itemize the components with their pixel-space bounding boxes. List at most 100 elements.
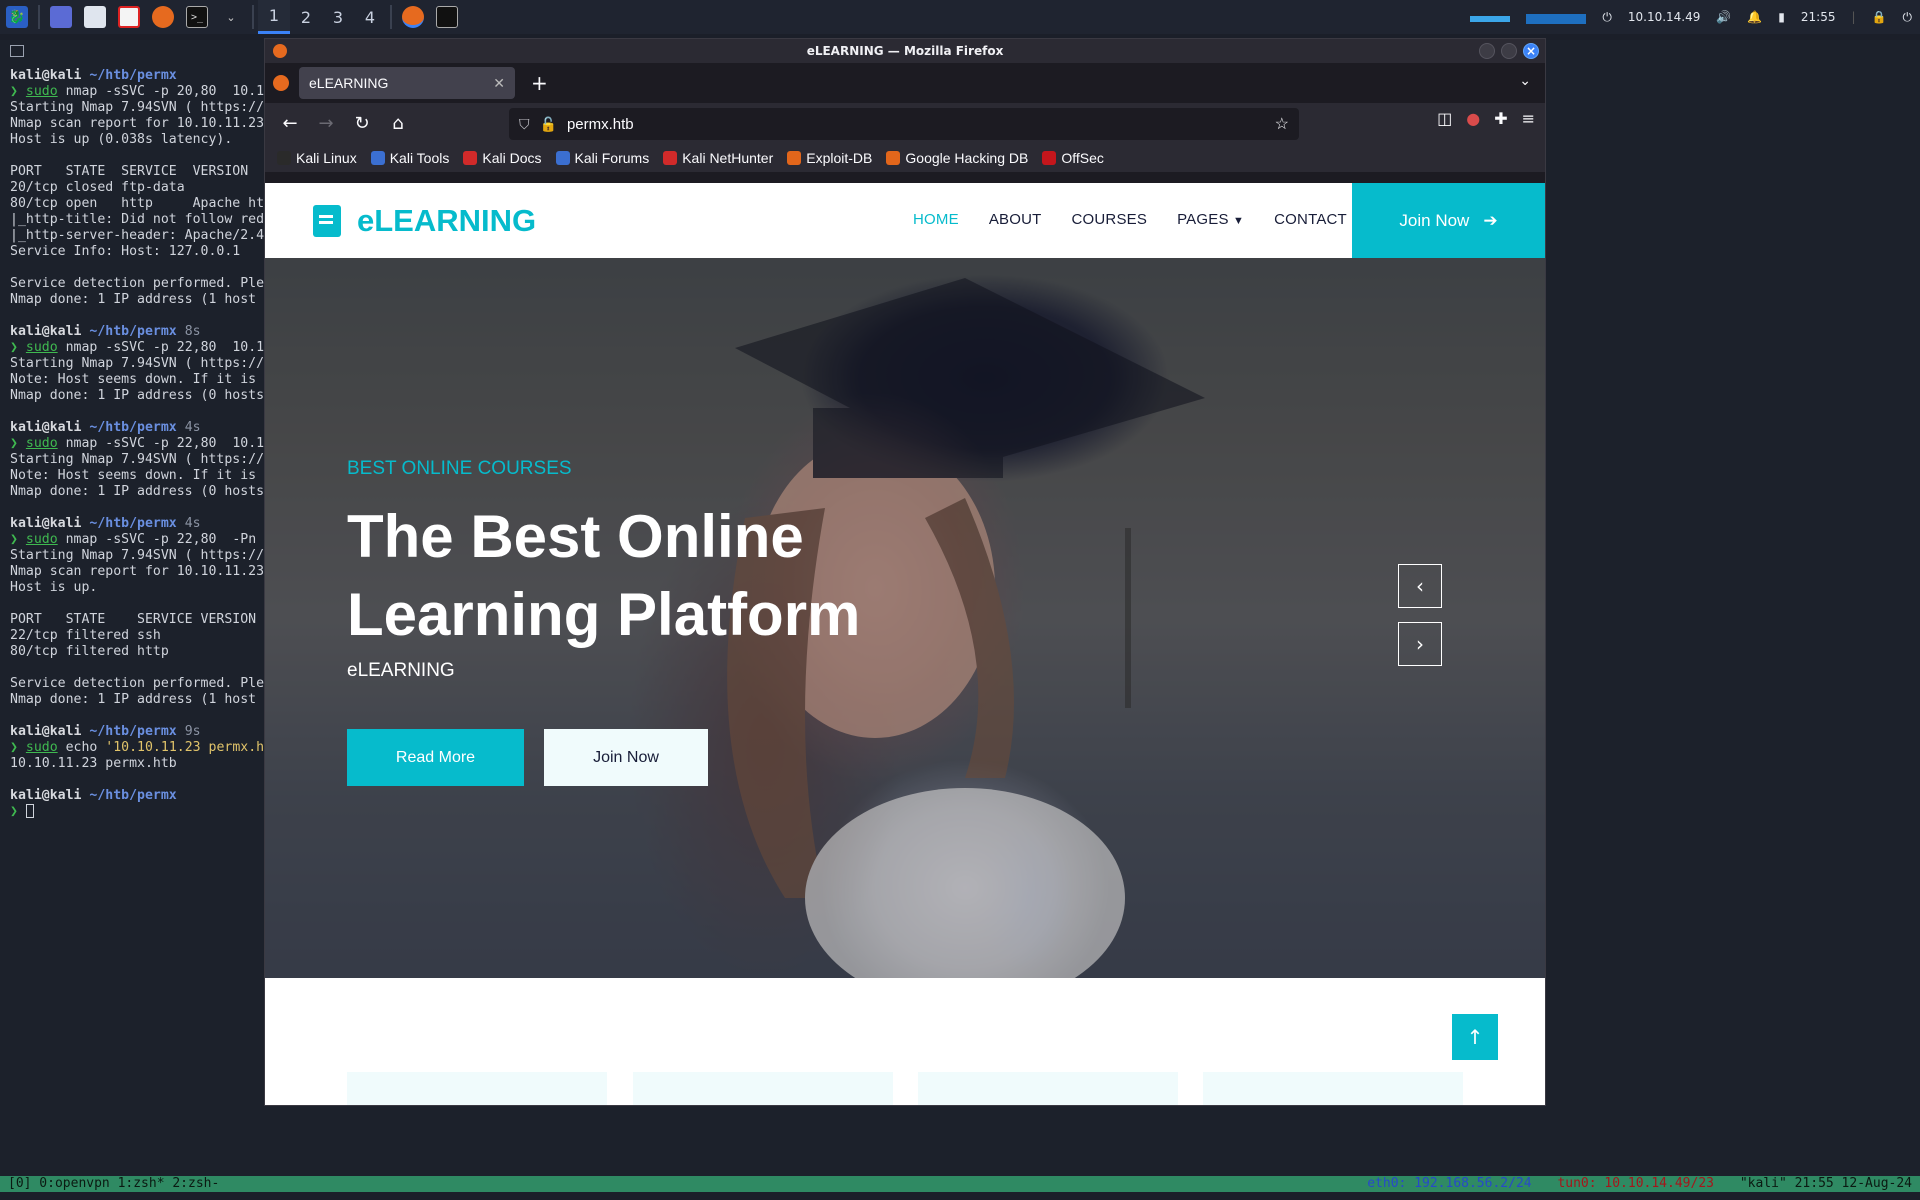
notification-bell-icon[interactable]: 🔔 (1747, 10, 1762, 24)
file-manager-icon[interactable] (84, 6, 106, 28)
bookmark-kali-tools[interactable]: Kali Tools (370, 150, 449, 166)
url-text[interactable]: permx.htb (567, 116, 634, 133)
firefox-view-icon[interactable] (273, 75, 289, 91)
kali-nethunter-icon (663, 150, 678, 165)
site-brand[interactable]: eLEARNING (313, 203, 536, 239)
tab-close-icon[interactable]: ✕ (493, 75, 505, 92)
launcher-chevron-icon[interactable]: ⌄ (220, 6, 242, 28)
bookmark-kali-docs[interactable]: Kali Docs (463, 150, 542, 166)
workspace-3[interactable]: 3 (322, 0, 354, 34)
taskbar-terminal-icon[interactable] (436, 6, 458, 28)
terminal-launcher-icon[interactable]: >_ (186, 6, 208, 28)
terminal-text: Starting Nmap 7.94SVN ( https://nmap.org… (10, 548, 265, 563)
volume-icon[interactable]: 🔊 (1716, 10, 1731, 24)
terminal-text: Nmap done: 1 IP address (1 host up) (10, 692, 265, 707)
nav-pages[interactable]: PAGES ▼ (1177, 211, 1244, 228)
tracking-protection-icon[interactable]: ⛉ (519, 116, 530, 133)
new-tab-button[interactable]: + (531, 71, 548, 95)
firefox-titlebar[interactable]: eLEARNING — Mozilla Firefox × (265, 39, 1545, 63)
service-section: ↑ (265, 978, 1545, 1105)
workspace-4[interactable]: 4 (354, 0, 386, 34)
site-info-icon[interactable]: 🔓 (540, 116, 557, 133)
hero-carousel: BEST ONLINE COURSES The Best Online Lear… (265, 258, 1545, 978)
nav-home[interactable]: HOME (913, 211, 959, 228)
terminal-text: nmap -sSVC -p 22,80 10.10.11.23 (65, 436, 265, 451)
tab-title: eLEARNING (309, 75, 389, 91)
terminal-text: 22/tcp filtered ssh (10, 628, 161, 643)
bookmark-google-hacking-db[interactable]: Google Hacking DB (886, 150, 1028, 166)
app-menu-icon[interactable]: ≡ (1522, 109, 1535, 128)
firefox-launcher-icon[interactable] (152, 6, 174, 28)
hero-join-now-button[interactable]: Join Now (544, 729, 708, 786)
workspace-2[interactable]: 2 (290, 0, 322, 34)
nav-about[interactable]: ABOUT (989, 211, 1042, 228)
hero-brand-text: eLEARNING (347, 660, 455, 681)
terminal-line: Note: Host seems down. If it is really (10, 372, 265, 388)
nav-courses[interactable]: COURSES (1072, 211, 1148, 228)
network-graph-icon (1526, 10, 1587, 24)
terminal-line: ❯ sudo nmap -sSVC -p 22,80 -Pn 10.10.11.… (10, 532, 265, 548)
bookmark-kali-linux[interactable]: Kali Linux (277, 150, 357, 166)
bookmark-star-icon[interactable]: ☆ (1275, 114, 1289, 134)
terminal-text: 9s (176, 724, 201, 739)
reload-icon[interactable]: ↻ (347, 108, 377, 138)
service-card (918, 1072, 1178, 1105)
read-more-button[interactable]: Read More (347, 729, 524, 786)
terminal-text: ❯ (10, 84, 26, 99)
service-card (1203, 1072, 1463, 1105)
tmux-status-right: eth0: 192.168.56.2/24 tun0: 10.10.14.49/… (1349, 1176, 1912, 1192)
firefox-title-icon (273, 44, 287, 58)
battery-icon[interactable]: ▮ (1778, 10, 1785, 24)
terminal-text: Starting Nmap 7.94SVN ( https://nmap.org… (10, 356, 265, 371)
panel-status-area: ⏻ 10.10.14.49 🔊 🔔 ▮ 21:55 | 🔒 ⏻ (1462, 0, 1920, 34)
kali-menu-icon[interactable]: 🐉 (6, 6, 28, 28)
minimize-button[interactable] (1479, 43, 1495, 59)
show-desktop-icon[interactable] (50, 6, 72, 28)
back-icon[interactable]: ← (275, 108, 305, 138)
terminal-text: ~/htb/permx (81, 724, 177, 739)
lock-screen-icon[interactable]: 🔒 (1872, 10, 1887, 24)
terminal-text: Starting Nmap 7.94SVN ( https://nmap.org… (10, 452, 265, 467)
workspace-1[interactable]: 1 (258, 0, 290, 34)
carousel-prev-button[interactable]: ‹ (1398, 564, 1442, 608)
close-window-button[interactable]: × (1523, 43, 1539, 59)
extension-badge-icon[interactable]: ● (1466, 109, 1480, 128)
bookmark-label: Kali Linux (296, 149, 357, 166)
pocket-icon[interactable]: ◫ (1437, 109, 1452, 128)
terminal-line: Nmap done: 1 IP address (1 host up) (10, 692, 265, 708)
terminal-line: |_http-title: Did not follow redirect (10, 212, 265, 228)
extensions-puzzle-icon[interactable]: ✚ (1494, 109, 1507, 128)
tab-elearning[interactable]: eLEARNING ✕ (299, 67, 515, 99)
forward-icon[interactable]: → (311, 108, 341, 138)
terminal-text: 8s (176, 324, 201, 339)
taskbar-firefox-icon[interactable] (402, 6, 424, 28)
bookmark-offsec[interactable]: OffSec (1042, 150, 1104, 166)
clock[interactable]: 21:55 (1801, 10, 1836, 24)
terminal-output[interactable]: kali@kali ~/htb/permx ❯ sudo nmap -sSVC -… (10, 68, 265, 820)
carousel-next-button[interactable]: › (1398, 622, 1442, 666)
vpn-icon[interactable]: ⏻ (1602, 10, 1612, 25)
terminal-text: |_http-server-header: Apache/2.4.52 (10, 228, 265, 243)
terminal-text: kali@kali (10, 420, 82, 435)
power-icon[interactable]: ⏻ (1903, 10, 1913, 25)
terminal-line: Service detection performed. Please (10, 276, 265, 292)
bookmark-kali-nethunter[interactable]: Kali NetHunter (663, 150, 773, 166)
nav-contact[interactable]: CONTACT (1274, 211, 1347, 228)
join-now-button[interactable]: Join Now ➔ (1352, 183, 1545, 258)
tmux-status-bar: [0] 0:openvpn 1:zsh* 2:zsh- eth0: 192.16… (0, 1176, 1920, 1192)
bookmark-exploit-db[interactable]: Exploit-DB (787, 150, 872, 166)
terminal-line: 22/tcp filtered ssh (10, 628, 265, 644)
terminal-icon (10, 45, 24, 57)
maximize-button[interactable] (1501, 43, 1517, 59)
text-editor-icon[interactable] (118, 6, 140, 28)
terminal-text: Note: Host seems down. If it is really (10, 372, 265, 387)
list-all-tabs-icon[interactable]: ⌄ (1519, 73, 1531, 89)
url-bar[interactable]: ⛉ 🔓 permx.htb ☆ (509, 108, 1299, 140)
toolbar-right: ◫ ● ✚ ≡ (1437, 109, 1535, 128)
tmux-windows[interactable]: [0] 0:openvpn 1:zsh* 2:zsh- (8, 1176, 219, 1192)
back-to-top-button[interactable]: ↑ (1452, 1014, 1498, 1060)
bookmark-kali-forums[interactable]: Kali Forums (555, 150, 649, 166)
terminal-text: Host is up (0.038s latency). (10, 132, 233, 147)
brand-name: eLEARNING (357, 203, 537, 238)
home-icon[interactable]: ⌂ (383, 108, 413, 138)
